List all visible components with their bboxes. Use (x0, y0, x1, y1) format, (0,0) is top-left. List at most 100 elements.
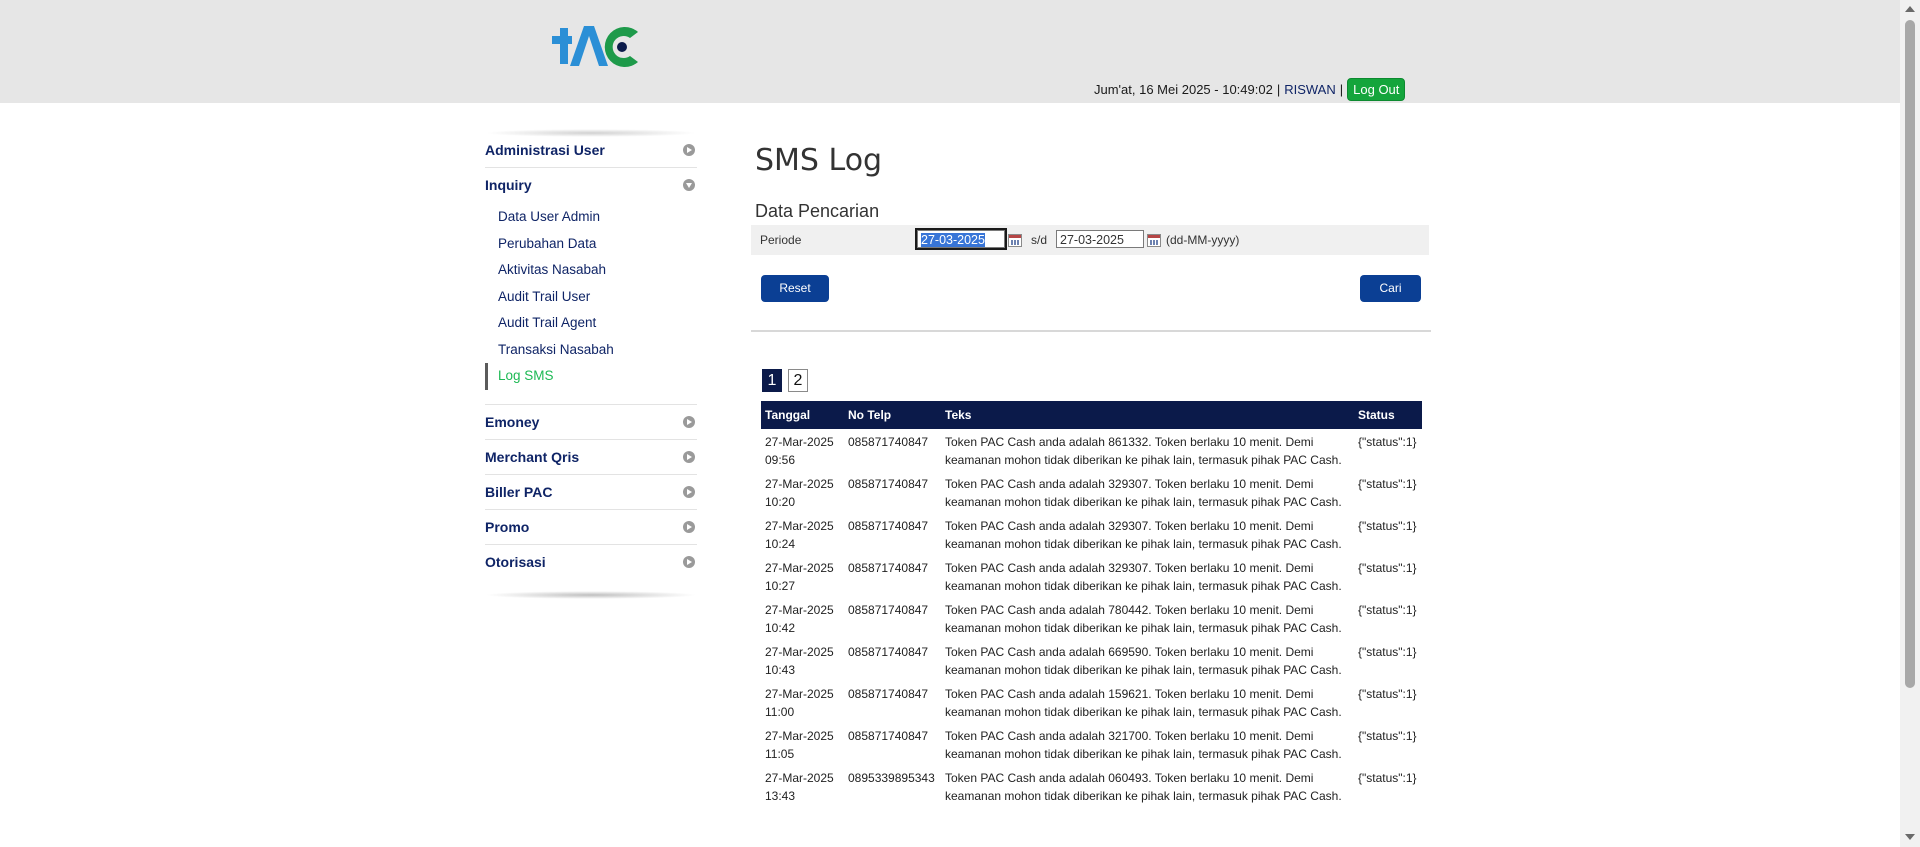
scrollbar-thumb[interactable] (1905, 20, 1915, 688)
table-row: 27-Mar-2025 10:42 085871740847 Token PAC Ca… (761, 597, 1422, 639)
menu-merchant-qris[interactable]: Merchant Qris (485, 440, 697, 475)
pac-logo (552, 26, 638, 67)
divider (751, 330, 1431, 332)
table-cell: 085871740847 (844, 639, 941, 681)
cell-text-line2: keamanan mohon tidak diberikan ke pihak … (945, 705, 1342, 719)
page-2[interactable]: 2 (788, 369, 808, 392)
table-row: 27-Mar-2025 11:00 085871740847 Token PAC Ca… (761, 681, 1422, 723)
pagination: 1 2 (762, 369, 808, 392)
cell-status: {"status":1} (1358, 561, 1417, 575)
cell-date: 27-Mar-2025 (765, 435, 834, 449)
calendar-icon[interactable] (1147, 234, 1161, 247)
cell-phone: 085871740847 (848, 435, 929, 449)
search-button[interactable]: Cari (1360, 275, 1421, 302)
scroll-down-icon[interactable] (1905, 834, 1915, 840)
submenu-aktivitas-nasabah[interactable]: Aktivitas Nasabah (485, 257, 697, 284)
menu-otorisasi[interactable]: Otorisasi (485, 545, 697, 579)
menu-emoney[interactable]: Emoney (485, 405, 697, 440)
cell-date: 27-Mar-2025 (765, 603, 834, 617)
cell-phone: 085871740847 (848, 477, 929, 491)
cell-status: {"status":1} (1358, 645, 1417, 659)
section-title: Data Pencarian (755, 201, 880, 221)
cell-status: {"status":1} (1358, 477, 1417, 491)
reset-button[interactable]: Reset (761, 275, 829, 302)
submenu-transaksi-nasabah[interactable]: Transaksi Nasabah (485, 337, 697, 364)
column-header-tanggal: Tanggal (761, 401, 844, 429)
table-row: 27-Mar-2025 10:27 085871740847 Token PAC Ca… (761, 555, 1422, 597)
table-cell: {"status":1} (1354, 597, 1422, 639)
header-bar: Jum'at, 16 Mei 2025 - 10:49:02 | RISWAN … (0, 0, 1900, 103)
table-cell: 085871740847 (844, 471, 941, 513)
separator: | (1276, 82, 1281, 97)
date-to-input[interactable]: 27-03-2025 (1056, 230, 1144, 248)
table-cell: Token PAC Cash anda adalah 321700. Token… (941, 723, 1354, 765)
menu-biller-pac[interactable]: Biller PAC (485, 475, 697, 510)
scroll-up-icon[interactable] (1905, 6, 1915, 12)
column-header-teks: Teks (941, 401, 1354, 429)
user-info-bar: Jum'at, 16 Mei 2025 - 10:49:02 | RISWAN … (1094, 78, 1406, 101)
menu-label: Emoney (485, 413, 540, 430)
submenu-audit-trail-user[interactable]: Audit Trail User (485, 284, 697, 311)
table-cell: 085871740847 (844, 513, 941, 555)
cell-time: 13:43 (765, 789, 796, 803)
table-cell: {"status":1} (1354, 639, 1422, 681)
arrow-down-icon (683, 179, 695, 191)
table-cell: 27-Mar-2025 09:56 (761, 429, 844, 471)
menu-administrasi-user[interactable]: Administrasi User (485, 133, 697, 168)
cell-text-line1: Token PAC Cash anda adalah 329307. Token… (945, 519, 1314, 533)
cell-text-line2: keamanan mohon tidak diberikan ke pihak … (945, 747, 1342, 761)
username: RISWAN (1284, 82, 1336, 97)
cell-text-line1: Token PAC Cash anda adalah 159621. Token… (945, 687, 1314, 701)
arrow-right-icon (683, 144, 695, 156)
submenu-log-sms[interactable]: Log SMS (485, 363, 697, 390)
table-cell: Token PAC Cash anda adalah 060493. Token… (941, 765, 1354, 807)
table-cell: 085871740847 (844, 681, 941, 723)
vertical-scrollbar[interactable] (1900, 0, 1920, 847)
menu-bottom-shadow (485, 591, 697, 599)
arrow-right-icon (683, 450, 695, 463)
cell-time: 11:05 (765, 747, 795, 761)
table-cell: Token PAC Cash anda adalah 861332. Token… (941, 429, 1354, 471)
page-1[interactable]: 1 (762, 369, 782, 392)
submenu-perubahan-data[interactable]: Perubahan Data (485, 231, 697, 258)
logout-button[interactable]: Log Out (1347, 78, 1406, 101)
cell-text-line1: Token PAC Cash anda adalah 321700. Token… (945, 729, 1314, 743)
table-cell: {"status":1} (1354, 681, 1422, 723)
arrow-right-icon (683, 555, 695, 568)
menu-label: Promo (485, 518, 530, 535)
menu-inquiry[interactable]: Inquiry (485, 168, 697, 202)
cell-text-line1: Token PAC Cash anda adalah 780442. Token… (945, 603, 1314, 617)
cell-text-line2: keamanan mohon tidak diberikan ke pihak … (945, 495, 1342, 509)
cell-date: 27-Mar-2025 (765, 645, 834, 659)
cell-text-line1: Token PAC Cash anda adalah 329307. Token… (945, 477, 1314, 491)
table-cell: 085871740847 (844, 429, 941, 471)
table-row: 27-Mar-2025 13:43 0895339895343 Token PAC C… (761, 765, 1422, 807)
filter-row: Periode 27-03-2025 s/d 27-03-2025 (dd-MM… (751, 225, 1429, 255)
date-from-value: 27-03-2025 (921, 233, 985, 247)
cell-time: 10:24 (765, 537, 796, 551)
table-cell: 0895339895343 (844, 765, 941, 807)
cell-time: 10:20 (765, 495, 796, 509)
sms-log-table: Tanggal No Telp Teks Status 27-Mar-2025 0… (761, 401, 1422, 807)
cell-phone: 085871740847 (848, 561, 929, 575)
cell-date: 27-Mar-2025 (765, 519, 834, 533)
table-cell: {"status":1} (1354, 429, 1422, 471)
submenu-audit-trail-agent[interactable]: Audit Trail Agent (485, 310, 697, 337)
calendar-icon[interactable] (1008, 234, 1022, 247)
arrow-right-icon (683, 415, 695, 428)
current-datetime: Jum'at, 16 Mei 2025 - 10:49:02 (1094, 82, 1273, 97)
cell-text-line2: keamanan mohon tidak diberikan ke pihak … (945, 453, 1342, 467)
periode-label: Periode (760, 233, 802, 247)
cell-status: {"status":1} (1358, 435, 1417, 449)
cell-text-line1: Token PAC Cash anda adalah 669590. Token… (945, 645, 1314, 659)
cell-date: 27-Mar-2025 (765, 561, 834, 575)
arrow-right-icon (683, 485, 695, 498)
cell-time: 10:42 (765, 621, 796, 635)
cell-phone: 085871740847 (848, 603, 929, 617)
submenu-data-user-admin[interactable]: Data User Admin (485, 204, 697, 231)
menu-promo[interactable]: Promo (485, 510, 697, 545)
column-header-no-telp: No Telp (844, 401, 941, 429)
date-from-input[interactable]: 27-03-2025 (915, 228, 1007, 250)
inquiry-submenu: Data User Admin Perubahan Data Aktivitas… (485, 202, 697, 405)
cell-phone: 085871740847 (848, 729, 929, 743)
